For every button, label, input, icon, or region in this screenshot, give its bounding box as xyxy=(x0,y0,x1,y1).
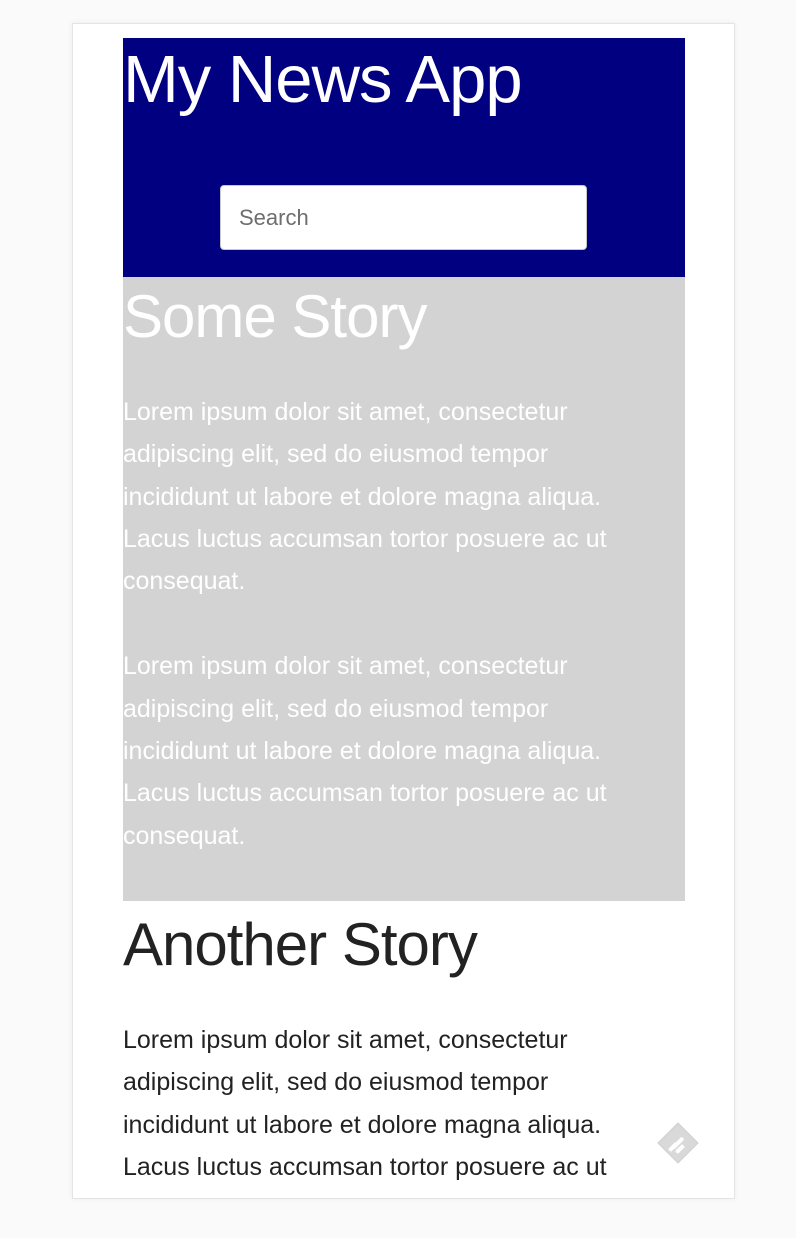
story-paragraph: Lorem ipsum dolor sit amet, consectetur … xyxy=(123,652,607,850)
story-title: Another Story xyxy=(123,910,478,978)
story-paragraph: Lorem ipsum dolor sit amet, consectetur … xyxy=(123,1025,607,1198)
page-content: My News App Some Story Lorem ipsum dolor… xyxy=(123,38,685,1198)
story-card: Some Story Lorem ipsum dolor sit amet, c… xyxy=(123,277,685,901)
feedly-icon[interactable] xyxy=(656,1121,700,1165)
story-card: Another Story Lorem ipsum dolor sit amet… xyxy=(123,901,685,1198)
browser-viewport: My News App Some Story Lorem ipsum dolor… xyxy=(72,23,735,1199)
app-title: My News App xyxy=(123,42,523,117)
search-input[interactable] xyxy=(220,185,587,250)
app-header: My News App xyxy=(123,38,685,277)
story-title: Some Story xyxy=(123,283,427,350)
story-paragraph: Lorem ipsum dolor sit amet, consectetur … xyxy=(123,398,607,596)
